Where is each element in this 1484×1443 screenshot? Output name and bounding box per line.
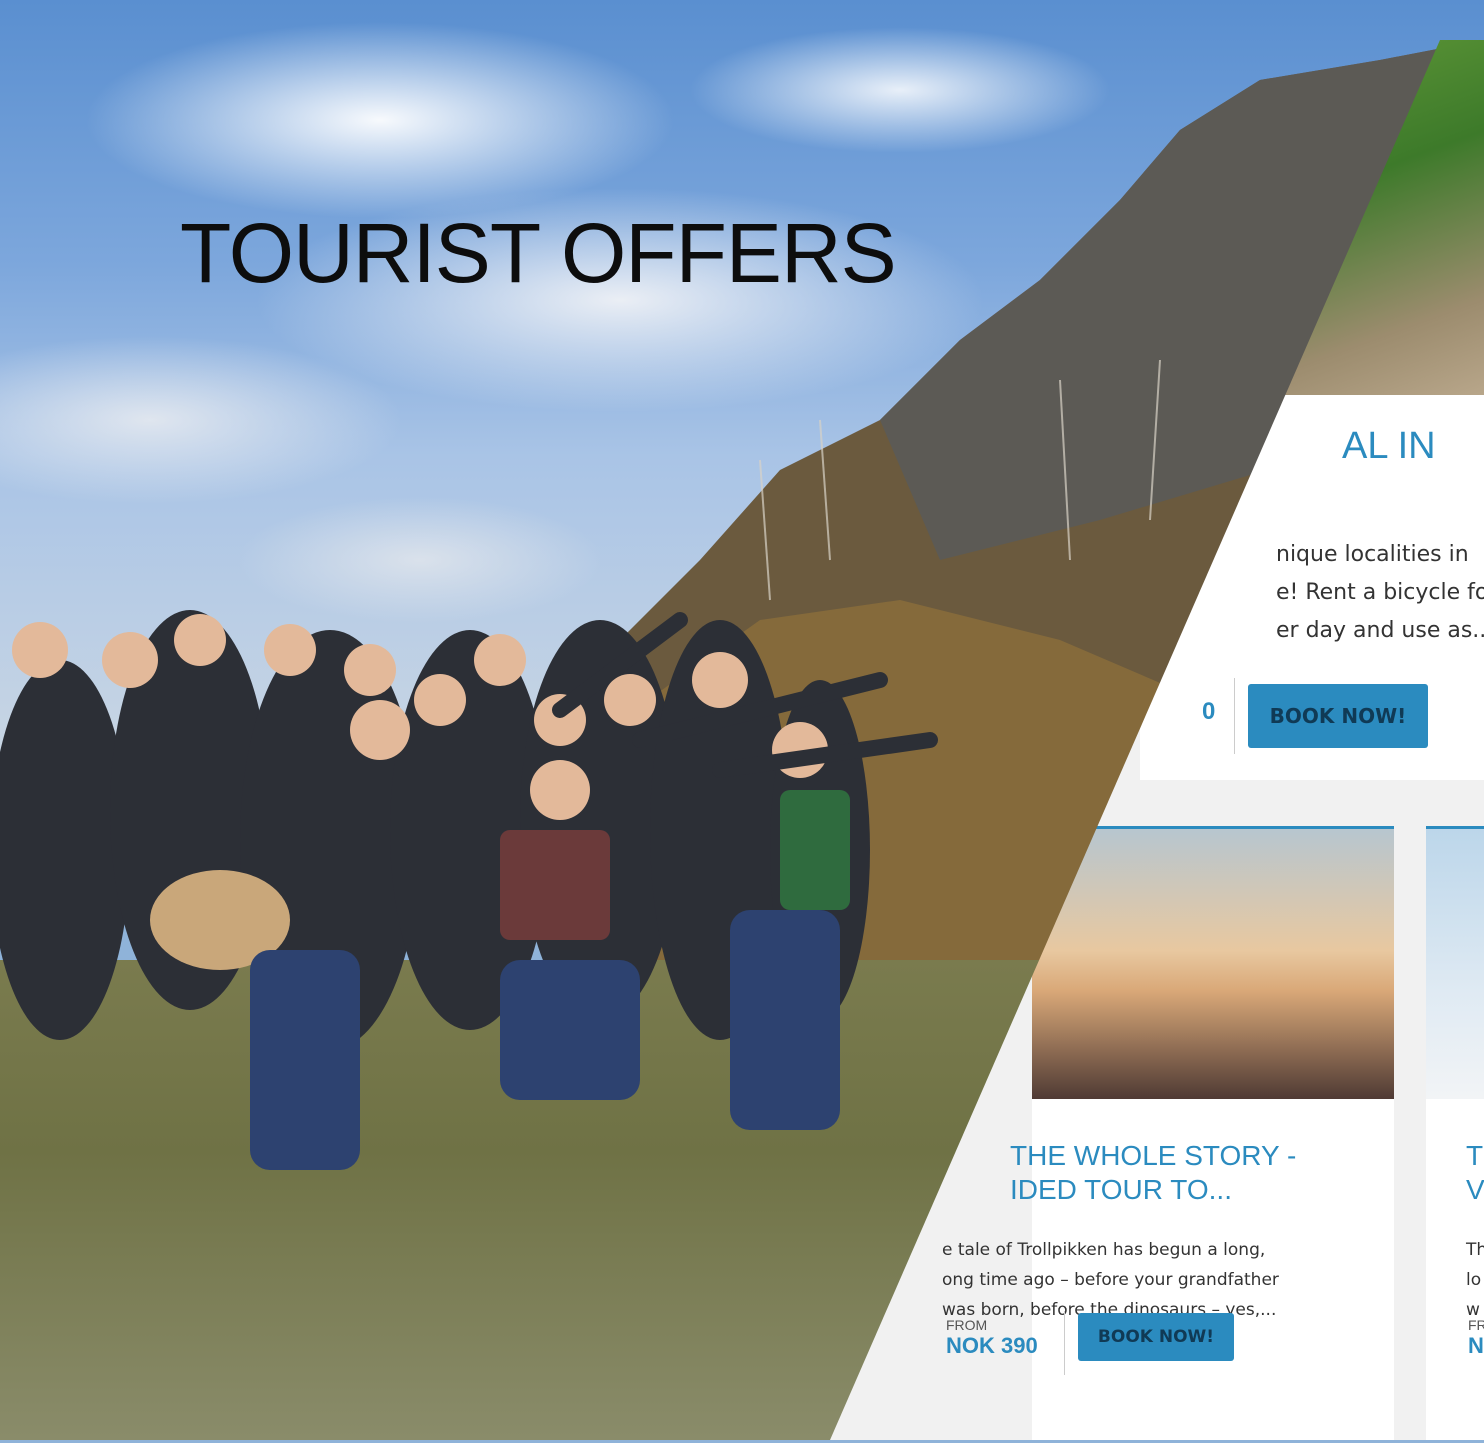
- offer-title[interactable]: T V: [1466, 1139, 1484, 1206]
- offer-description-line: er day and use as...: [1276, 618, 1484, 643]
- price-from-label: FROM: [946, 1317, 988, 1333]
- group-of-tourists: [0, 610, 938, 1170]
- offer-card[interactable]: THE WHOLE STORY - IDED TOUR TO... e tale…: [942, 826, 1394, 1440]
- offer-description-line: e! Rent a bicycle fo: [1276, 580, 1484, 605]
- offer-card[interactable]: T V Th lo w FR N: [1426, 826, 1484, 1440]
- offer-title-line: T: [1466, 1140, 1484, 1171]
- offer-description: nique localities in e! Rent a bicycle fo…: [1276, 536, 1484, 650]
- offer-price: 0: [1202, 698, 1216, 725]
- book-now-button[interactable]: BOOK NOW!: [1248, 684, 1428, 748]
- offer-description-line: lo: [1466, 1270, 1482, 1290]
- offer-title[interactable]: AL IN: [1342, 424, 1436, 470]
- offer-description-line: e tale of Trollpikken has begun a long,: [942, 1240, 1266, 1260]
- page-title: TOURIST OFFERS: [180, 206, 897, 300]
- offer-description-line: ong time ago – before your grandfather: [942, 1270, 1279, 1290]
- offer-description: e tale of Trollpikken has begun a long, …: [942, 1235, 1279, 1325]
- offer-image-trollpikken: [1032, 829, 1394, 1099]
- offer-image-sky: [1426, 829, 1484, 1099]
- offer-title-line: THE WHOLE STORY -: [1010, 1140, 1297, 1171]
- offer-title-line: V: [1466, 1173, 1484, 1205]
- offer-title-line: IDED TOUR TO...: [1010, 1173, 1232, 1205]
- price-from-label: FR: [1468, 1317, 1484, 1333]
- offer-price: NOK 390: [946, 1333, 1038, 1358]
- offer-title[interactable]: THE WHOLE STORY - IDED TOUR TO...: [1010, 1139, 1296, 1206]
- offer-price: N: [1468, 1333, 1484, 1358]
- price-divider: [1234, 678, 1235, 754]
- offer-description: Th lo w: [1466, 1235, 1484, 1325]
- book-now-button[interactable]: BOOK NOW!: [1078, 1313, 1234, 1361]
- price-divider: [1064, 1311, 1065, 1375]
- offer-description-line: Th: [1466, 1240, 1484, 1260]
- offer-description-line: nique localities in: [1276, 542, 1469, 567]
